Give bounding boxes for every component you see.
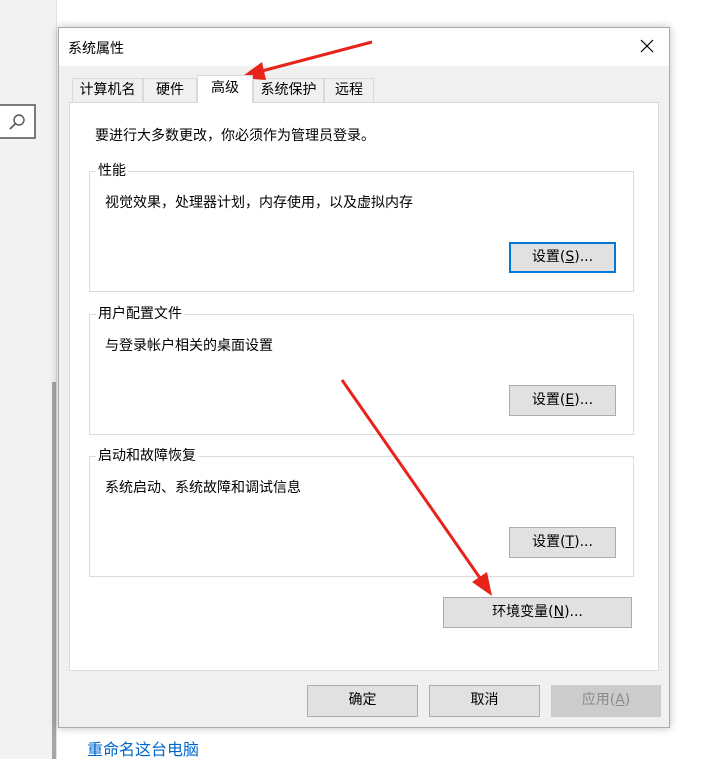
startup-recovery-group: 启动和故障恢复 系统启动、系统故障和调试信息 设置(T)... (89, 447, 634, 577)
background-scrollbar[interactable] (52, 382, 56, 759)
ok-button[interactable]: 确定 (307, 685, 418, 717)
search-button[interactable] (0, 104, 36, 139)
user-profiles-group: 用户配置文件 与登录帐户相关的桌面设置 设置(E)... (89, 305, 634, 435)
tab-remote[interactable]: 远程 (324, 78, 374, 102)
group-desc-startup-recovery: 系统启动、系统故障和调试信息 (105, 480, 301, 496)
group-title-user-profiles: 用户配置文件 (96, 305, 184, 323)
rename-pc-link[interactable]: 重命名这台电脑 (87, 736, 199, 760)
user-profiles-settings-button[interactable]: 设置(E)... (509, 385, 616, 416)
group-desc-user-profiles: 与登录帐户相关的桌面设置 (105, 338, 273, 354)
admin-notice: 要进行大多数更改，你必须作为管理员登录。 (95, 128, 375, 144)
close-icon (640, 39, 654, 53)
environment-variables-button[interactable]: 环境变量(N)... (443, 597, 632, 628)
title-bar: 系统属性 (59, 28, 669, 66)
advanced-tab-panel: 要进行大多数更改，你必须作为管理员登录。 性能 视觉效果，处理器计划，内存使用，… (69, 102, 659, 671)
tab-computer-name[interactable]: 计算机名 (72, 78, 143, 102)
tab-advanced[interactable]: 高级 (197, 75, 253, 103)
apply-button[interactable]: 应用(A) (551, 685, 661, 717)
cancel-button[interactable]: 取消 (429, 685, 540, 717)
search-icon (9, 114, 25, 130)
tab-system-protection[interactable]: 系统保护 (253, 78, 324, 102)
close-button[interactable] (625, 28, 669, 64)
dialog-title: 系统属性 (68, 41, 124, 57)
tab-hardware[interactable]: 硬件 (143, 78, 197, 102)
startup-recovery-settings-button[interactable]: 设置(T)... (509, 527, 616, 558)
performance-settings-button[interactable]: 设置(S)... (509, 242, 616, 273)
performance-group: 性能 视觉效果，处理器计划，内存使用，以及虚拟内存 设置(S)... (89, 162, 634, 292)
system-properties-dialog: 系统属性 计算机名 硬件 高级 系统保护 远程 要进行大多数更改，你必须作为管理… (58, 27, 670, 728)
group-title-performance: 性能 (96, 162, 128, 180)
group-desc-performance: 视觉效果，处理器计划，内存使用，以及虚拟内存 (105, 195, 413, 211)
group-title-startup-recovery: 启动和故障恢复 (96, 447, 198, 465)
